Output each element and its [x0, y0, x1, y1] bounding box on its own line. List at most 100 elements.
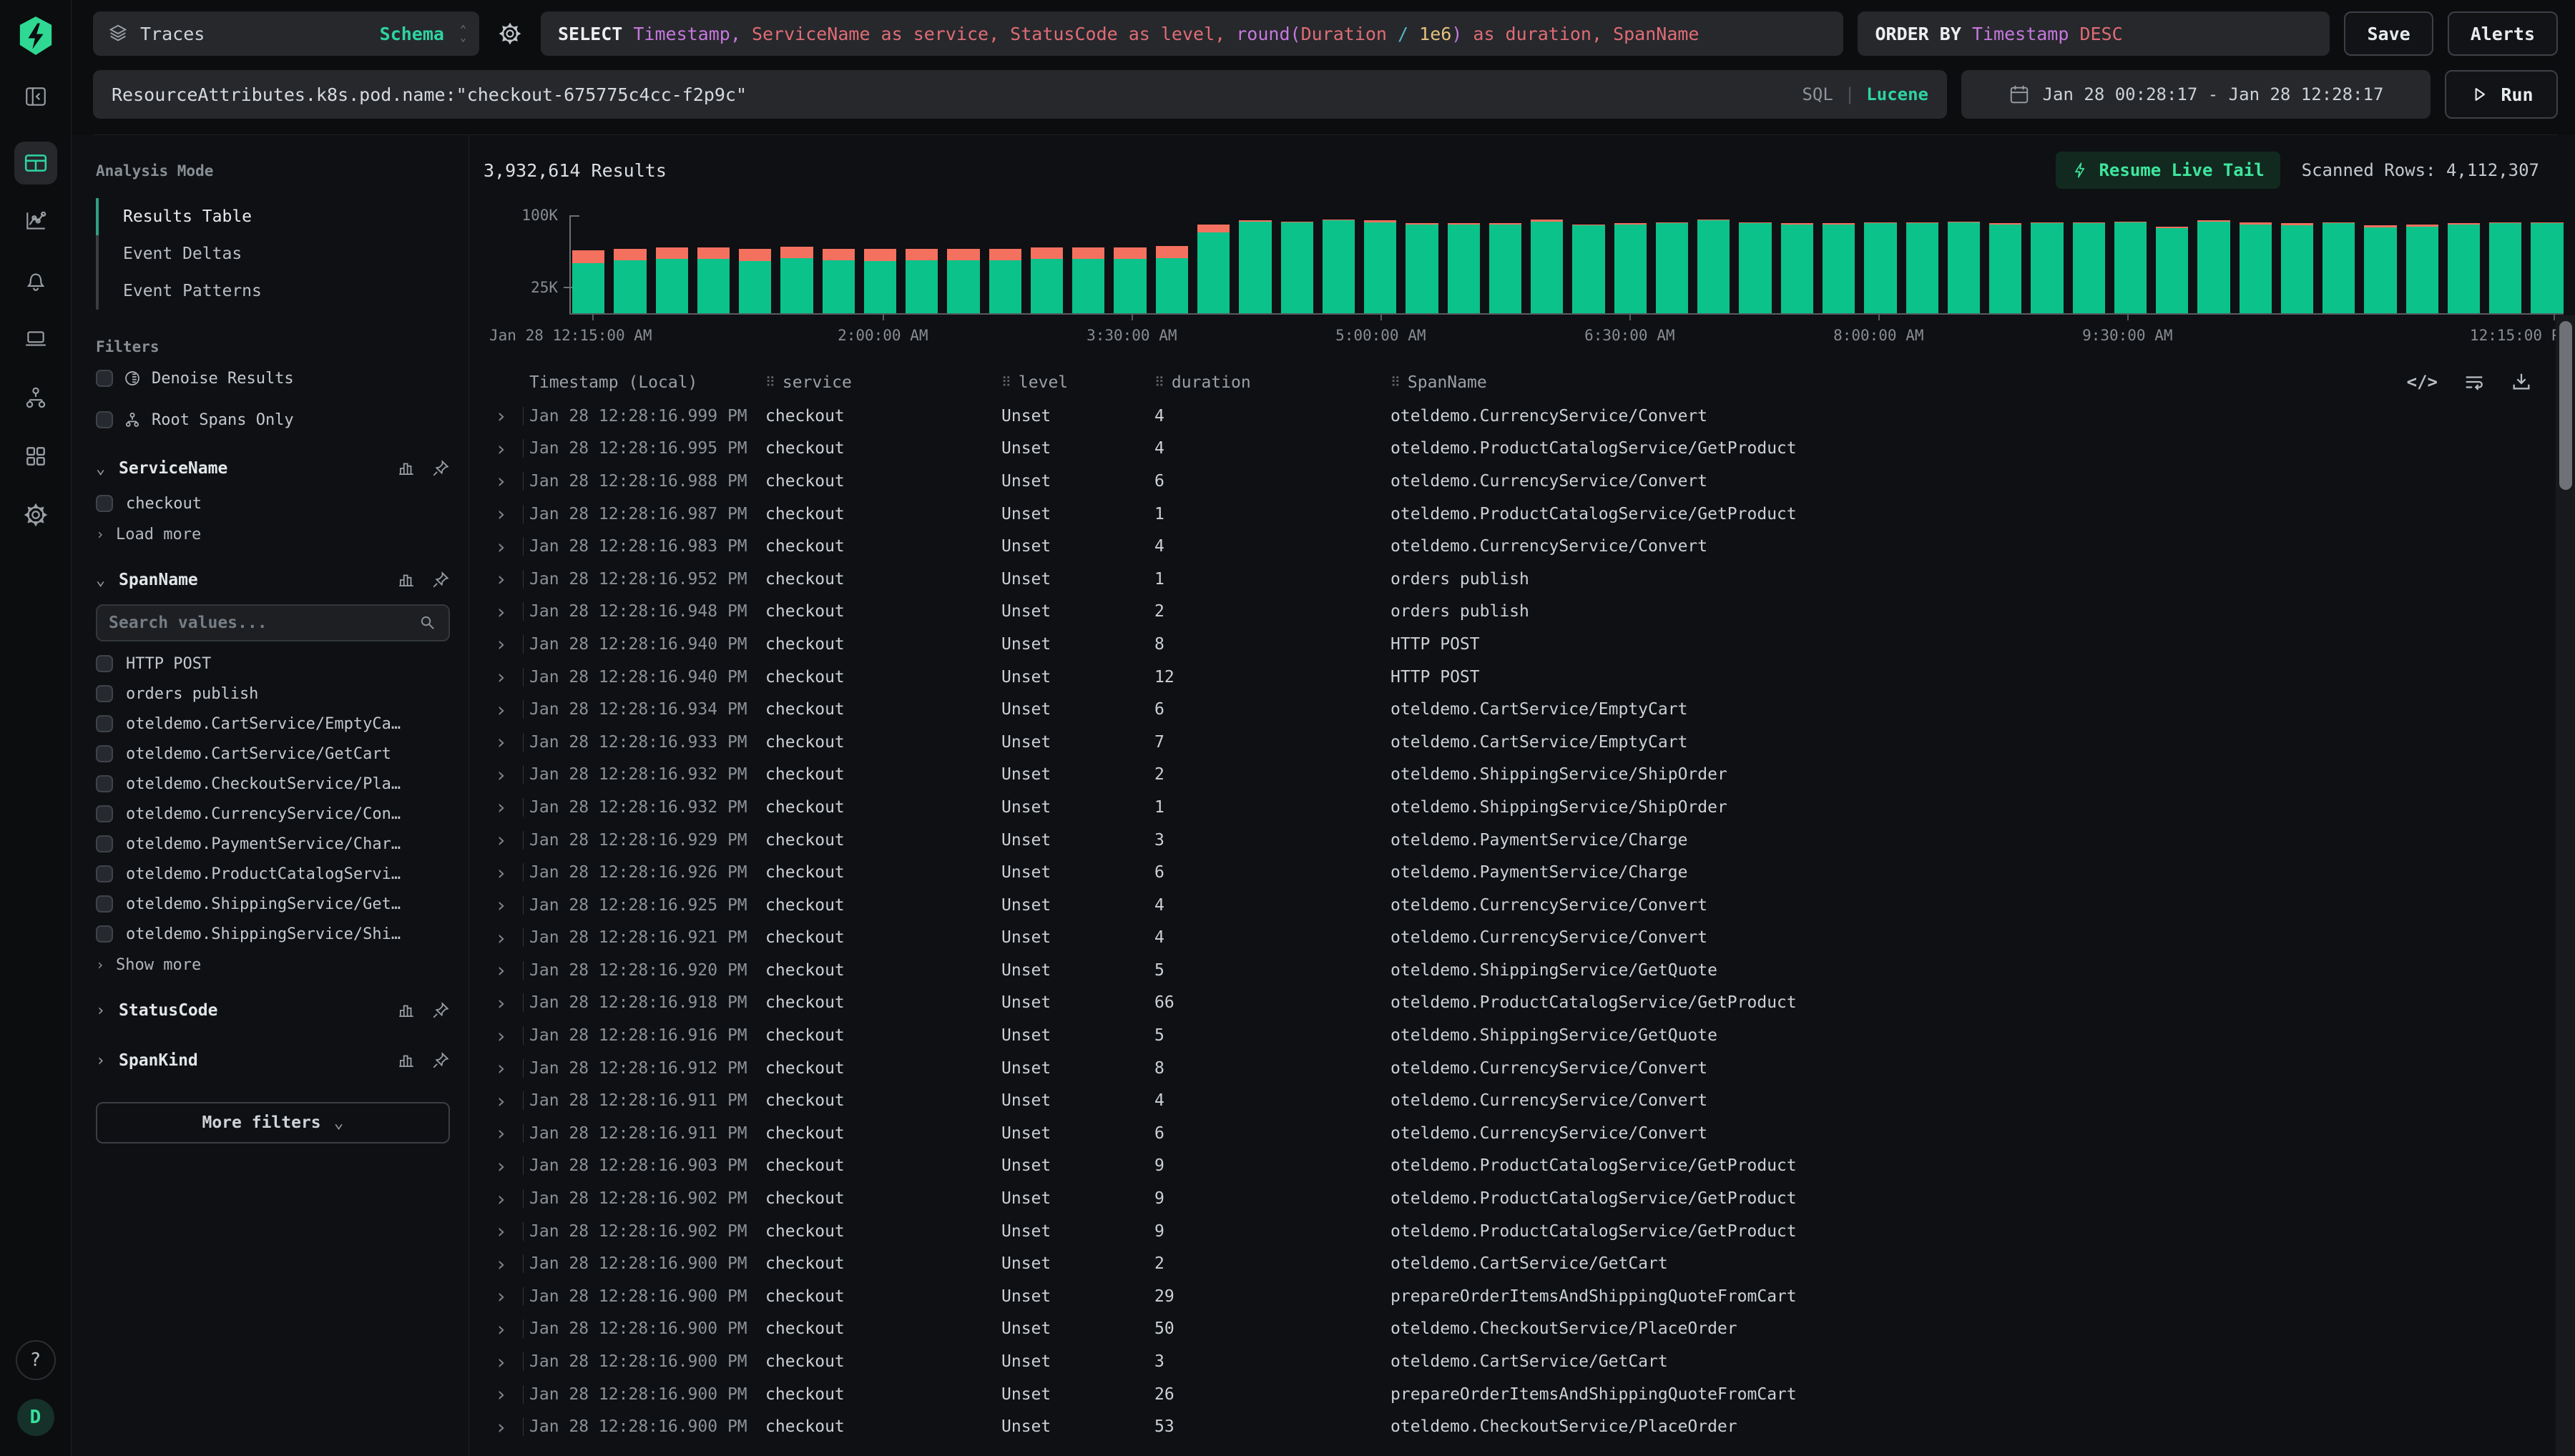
chart-bar[interactable]	[656, 247, 688, 313]
chart-bar[interactable]	[1031, 247, 1063, 313]
chart-bar[interactable]	[1614, 223, 1647, 313]
expand-row-icon[interactable]: ›	[495, 1415, 507, 1439]
expand-row-icon[interactable]: ›	[495, 698, 507, 722]
filter-value-item[interactable]: HTTP POST	[96, 649, 450, 679]
chart-bar[interactable]	[1697, 220, 1730, 313]
filter-section-spankind[interactable]: › SpanKind	[96, 1041, 450, 1081]
expand-row-icon[interactable]: ›	[495, 437, 507, 461]
chart-bar[interactable]	[1823, 223, 1855, 313]
nav-search-icon[interactable]	[14, 142, 57, 185]
nav-settings-icon[interactable]	[14, 493, 57, 536]
chart-bar[interactable]	[614, 249, 646, 313]
expand-row-icon[interactable]: ›	[495, 828, 507, 852]
chart-bar[interactable]	[2197, 220, 2230, 313]
checkbox[interactable]	[96, 925, 113, 943]
expand-row-icon[interactable]: ›	[495, 1187, 507, 1211]
bar-chart-icon[interactable]	[397, 1001, 416, 1020]
alerts-button[interactable]: Alerts	[2448, 11, 2558, 56]
table-row[interactable]: ›Jan 28 12:28:16.902 PMcheckoutUnset9ote…	[484, 1182, 2542, 1215]
table-row[interactable]: ›Jan 28 12:28:16.940 PMcheckoutUnset8HTT…	[484, 628, 2542, 661]
table-row[interactable]: ›Jan 28 12:28:16.900 PMcheckoutUnset26pr…	[484, 1378, 2542, 1411]
expand-row-icon[interactable]: ›	[495, 632, 507, 656]
save-button[interactable]: Save	[2344, 11, 2433, 56]
table-row[interactable]: ›Jan 28 12:28:16.911 PMcheckoutUnset4ote…	[484, 1084, 2542, 1117]
checkbox[interactable]	[96, 370, 113, 387]
nav-alerts-icon[interactable]	[14, 259, 57, 302]
table-row[interactable]: ›Jan 28 12:28:16.952 PMcheckoutUnset1ord…	[484, 563, 2542, 596]
chart-bar[interactable]	[906, 249, 938, 313]
table-row[interactable]: ›Jan 28 12:28:16.999 PMcheckoutUnset4ote…	[484, 400, 2542, 433]
expand-row-icon[interactable]: ›	[495, 404, 507, 428]
chart-bar[interactable]	[1406, 223, 1438, 313]
filter-section-statuscode[interactable]: › StatusCode	[96, 990, 450, 1030]
filter-section-servicename[interactable]: ⌄ ServiceName	[96, 448, 450, 488]
chart-bar[interactable]	[1948, 222, 1980, 313]
column-header-duration[interactable]: ⠿duration	[1149, 373, 1385, 392]
chart-bar[interactable]	[2406, 225, 2438, 313]
chart-bar[interactable]	[989, 249, 1021, 313]
table-row[interactable]: ›Jan 28 12:28:16.987 PMcheckoutUnset1ote…	[484, 498, 2542, 531]
table-row[interactable]: ›Jan 28 12:28:16.933 PMcheckoutUnset7ote…	[484, 726, 2542, 759]
table-row[interactable]: ›Jan 28 12:28:16.983 PMcheckoutUnset4ote…	[484, 530, 2542, 563]
chart-bar[interactable]	[572, 250, 604, 313]
nav-dashboards-icon[interactable]	[14, 435, 57, 478]
run-button[interactable]: Run	[2445, 70, 2558, 119]
chart-bar[interactable]	[1281, 222, 1313, 313]
table-row[interactable]: ›Jan 28 12:28:16.926 PMcheckoutUnset6ote…	[484, 856, 2542, 889]
chart-bar[interactable]	[1197, 225, 1230, 313]
table-row[interactable]: ›Jan 28 12:28:16.940 PMcheckoutUnset12HT…	[484, 661, 2542, 694]
expand-row-icon[interactable]: ›	[495, 469, 507, 493]
chart-bar[interactable]	[1989, 223, 2021, 313]
wrap-lines-icon[interactable]	[2463, 371, 2485, 393]
table-row[interactable]: ›Jan 28 12:28:16.995 PMcheckoutUnset4ote…	[484, 433, 2542, 466]
table-row[interactable]: ›Jan 28 12:28:16.934 PMcheckoutUnset6ote…	[484, 693, 2542, 726]
pin-icon[interactable]	[431, 459, 450, 478]
analysis-mode-item[interactable]: Results Table	[96, 198, 450, 235]
expand-row-icon[interactable]: ›	[495, 1382, 507, 1406]
filter-toggle-root-spans-only[interactable]: Root Spans Only	[96, 401, 450, 438]
spanname-show-more[interactable]: › Show more	[96, 949, 450, 980]
chart-bar[interactable]	[1072, 247, 1104, 313]
drag-handle-icon[interactable]: ⠿	[1001, 375, 1011, 390]
filter-value-item[interactable]: oteldemo.CartService/EmptyCa…	[96, 709, 450, 739]
expand-row-icon[interactable]: ›	[495, 535, 507, 559]
chart-bar[interactable]	[2031, 222, 2063, 313]
checkbox[interactable]	[96, 895, 113, 913]
nav-chart-icon[interactable]	[14, 200, 57, 243]
expand-row-icon[interactable]: ›	[495, 567, 507, 591]
column-header-level[interactable]: ⠿level	[996, 373, 1149, 392]
pin-icon[interactable]	[431, 1001, 450, 1020]
schema-mode-label[interactable]: Schema	[380, 24, 444, 44]
expand-row-icon[interactable]: ›	[495, 1219, 507, 1243]
drag-handle-icon[interactable]: ⠿	[1390, 375, 1401, 390]
checkbox[interactable]	[96, 775, 113, 792]
chart-bar[interactable]	[2073, 222, 2105, 313]
expand-row-icon[interactable]: ›	[495, 730, 507, 754]
table-row[interactable]: ›Jan 28 12:28:16.925 PMcheckoutUnset4ote…	[484, 889, 2542, 922]
expand-row-icon[interactable]: ›	[495, 795, 507, 819]
chart-bar[interactable]	[780, 247, 813, 313]
chart-bar[interactable]	[2448, 223, 2480, 313]
table-row[interactable]: ›Jan 28 12:28:16.929 PMcheckoutUnset3ote…	[484, 824, 2542, 857]
column-header-service[interactable]: ⠿service	[760, 373, 996, 392]
chart-bar[interactable]	[2531, 222, 2563, 313]
expand-row-icon[interactable]: ›	[495, 991, 507, 1015]
filter-value-item[interactable]: oteldemo.CartService/GetCart	[96, 739, 450, 769]
chart-bar[interactable]	[2114, 222, 2147, 313]
chart-bar[interactable]	[2240, 222, 2272, 313]
table-row[interactable]: ›Jan 28 12:28:16.932 PMcheckoutUnset1ote…	[484, 791, 2542, 824]
help-icon[interactable]: ?	[16, 1340, 56, 1380]
filter-section-spanname[interactable]: ⌄ SpanName	[96, 560, 450, 600]
chart-bar[interactable]	[1156, 246, 1188, 313]
expand-row-icon[interactable]: ›	[495, 600, 507, 624]
chart-bar[interactable]	[697, 247, 730, 313]
table-row[interactable]: ›Jan 28 12:28:16.916 PMcheckoutUnset5ote…	[484, 1019, 2542, 1052]
table-row[interactable]: ›Jan 28 12:28:16.948 PMcheckoutUnset2ord…	[484, 596, 2542, 629]
nav-sessions-icon[interactable]	[14, 318, 57, 360]
chart-bar[interactable]	[823, 249, 855, 313]
date-range-picker[interactable]: Jan 28 00:28:17 - Jan 28 12:28:17	[1961, 70, 2431, 119]
pin-icon[interactable]	[431, 571, 450, 589]
expand-row-icon[interactable]: ›	[495, 1121, 507, 1145]
filter-value-item[interactable]: oteldemo.PaymentService/Char…	[96, 829, 450, 859]
chart-bar[interactable]	[1239, 220, 1271, 313]
